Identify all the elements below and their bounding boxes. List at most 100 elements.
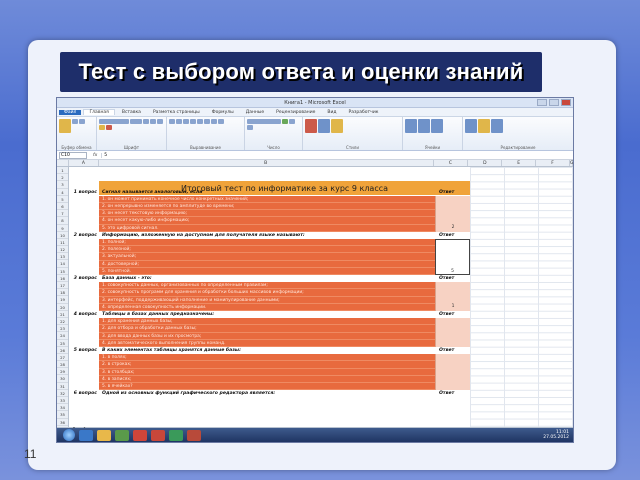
media-icon[interactable] [115,429,129,441]
sheet-grid[interactable]: 1 2 3 4 5 6 7 8 9 10 11 12 13 14 15 16 17 18 19 20 21 22 23 24 2… [57,167,573,427]
conditional-format-icon[interactable] [305,119,317,133]
row-header[interactable]: 3 [57,181,68,189]
tab-insert[interactable]: Вставка [117,110,146,115]
percent-icon[interactable] [289,119,295,124]
row-header[interactable]: 25 [57,340,68,347]
format-cells-icon[interactable] [431,119,443,133]
row-header[interactable]: 8 [57,217,68,225]
cut-icon[interactable] [72,119,78,124]
row-header[interactable]: 4 [57,189,68,196]
column-header[interactable]: B [99,160,434,166]
find-select-icon[interactable] [491,119,503,133]
align-top-icon[interactable] [169,119,175,124]
row-header[interactable]: 28 [57,361,68,369]
answer-cell[interactable]: 5 [435,239,470,275]
delete-cells-icon[interactable] [418,119,430,133]
currency-icon[interactable] [282,119,288,124]
row-header[interactable]: 18 [57,289,68,297]
number-format-select[interactable] [247,119,281,124]
row-header[interactable]: 30 [57,375,68,383]
tab-review[interactable]: Рецензирование [271,110,320,115]
row-header[interactable]: 23 [57,325,68,333]
explorer-icon[interactable] [97,429,111,441]
merge-icon[interactable] [218,119,224,124]
row-header[interactable]: 31 [57,383,68,390]
row-header[interactable]: 22 [57,318,68,326]
answer-cell[interactable]: 2 [435,195,470,232]
format-as-table-icon[interactable] [318,119,330,133]
column-header[interactable]: C [434,160,469,166]
row-header[interactable]: 10 [57,232,68,239]
row-header[interactable]: 33 [57,397,68,405]
tab-data[interactable]: Данные [241,110,269,115]
row-header[interactable]: 29 [57,368,68,376]
tab-view[interactable]: Вид [322,110,341,115]
row-header[interactable]: 14 [57,260,68,268]
row-header[interactable]: 34 [57,404,68,412]
sort-filter-icon[interactable] [478,119,490,133]
name-box[interactable]: C10 [59,151,87,159]
row-header[interactable]: 13 [57,253,68,261]
row-header[interactable]: 9 [57,225,68,232]
tab-file[interactable]: Файл [59,109,82,115]
align-middle-icon[interactable] [176,119,182,124]
align-bottom-icon[interactable] [183,119,189,124]
fx-icon[interactable]: fx [93,153,97,158]
maximize-button[interactable] [549,99,559,106]
paste-icon[interactable] [59,119,71,133]
row-header[interactable]: 7 [57,210,68,218]
tab-developer[interactable]: Разработчик [344,110,384,115]
row-header[interactable]: 35 [57,411,68,419]
tab-formulas[interactable]: Формулы [207,110,239,115]
font-color-icon[interactable] [106,125,112,130]
column-header[interactable]: G [570,160,573,166]
row-header[interactable]: 17 [57,282,68,290]
opera-icon[interactable] [151,429,165,441]
answer-cell[interactable] [435,354,470,391]
row-header[interactable]: 2 [57,174,68,182]
underline-icon[interactable] [157,119,163,124]
answer-cell[interactable] [435,318,470,347]
ie-icon[interactable] [79,429,93,441]
row-header[interactable]: 36 [57,419,68,426]
start-button-icon[interactable] [63,429,75,441]
font-size-select[interactable] [130,119,142,124]
align-left-icon[interactable] [197,119,203,124]
autosum-icon[interactable] [465,119,477,133]
row-header[interactable]: 32 [57,390,68,397]
row-header[interactable]: 26 [57,347,68,354]
align-center-icon[interactable] [204,119,210,124]
column-header[interactable]: A [69,160,99,166]
row-header[interactable]: 6 [57,203,68,211]
yandex-icon[interactable] [133,429,147,441]
tab-page-layout[interactable]: Разметка страницы [148,110,205,115]
row-header[interactable]: 15 [57,268,68,275]
column-header[interactable]: D [468,160,503,166]
row-header[interactable]: 16 [57,275,68,282]
copy-icon[interactable] [79,119,85,124]
font-name-select[interactable] [99,119,129,124]
powerpoint-taskbar-icon[interactable] [187,429,201,441]
close-button[interactable] [561,99,571,106]
row-header[interactable]: 5 [57,196,68,203]
row-header[interactable]: 20 [57,304,68,311]
row-header[interactable]: 11 [57,239,68,247]
row-header[interactable]: 24 [57,332,68,340]
fill-color-icon[interactable] [99,125,105,130]
formula-input[interactable]: 5 [101,152,573,158]
cell-styles-icon[interactable] [331,119,343,133]
row-header[interactable]: 27 [57,354,68,362]
row-header[interactable]: 21 [57,311,68,318]
bold-icon[interactable] [143,119,149,124]
align-right-icon[interactable] [211,119,217,124]
answer-cell[interactable]: 1 [435,282,470,311]
excel-taskbar-icon[interactable] [169,429,183,441]
comma-icon[interactable] [247,125,253,130]
row-header[interactable]: 1 [57,167,68,175]
minimize-button[interactable] [537,99,547,106]
insert-cells-icon[interactable] [405,119,417,133]
select-all-corner[interactable] [57,160,69,166]
row-header[interactable]: 12 [57,246,68,254]
column-header[interactable]: F [536,160,571,166]
column-header[interactable]: E [502,160,537,166]
